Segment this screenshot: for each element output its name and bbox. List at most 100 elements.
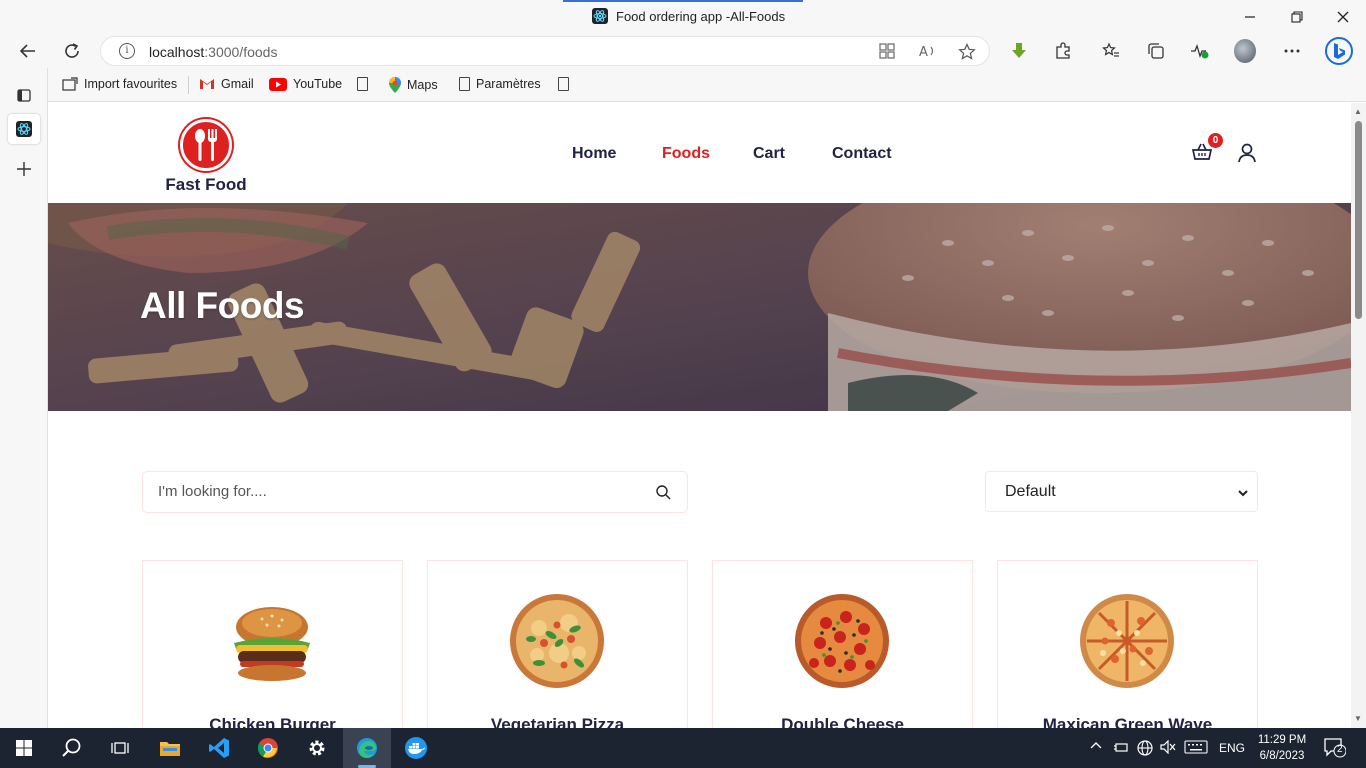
- restore-button[interactable]: [1285, 6, 1309, 28]
- bookmark-gmail[interactable]: Gmail: [199, 77, 254, 91]
- product-name[interactable]: Maxican Green Wave: [998, 715, 1257, 728]
- profile-button[interactable]: [1234, 39, 1256, 63]
- favorites-button[interactable]: [1100, 40, 1122, 62]
- cart-count-badge: 0: [1208, 133, 1223, 148]
- app-available-icon[interactable]: [879, 43, 895, 59]
- url-host: localhost: [149, 44, 205, 60]
- collections-button[interactable]: [1145, 40, 1167, 62]
- bing-copilot-button[interactable]: [1324, 36, 1354, 66]
- sort-select[interactable]: Default: [985, 471, 1258, 512]
- bookmark-maps[interactable]: Maps: [389, 77, 438, 93]
- vertical-tab-active[interactable]: [8, 114, 40, 144]
- nav-foods[interactable]: Foods: [662, 145, 710, 163]
- site-info-icon[interactable]: i: [119, 43, 135, 59]
- tab-actions-icon: [17, 89, 31, 102]
- product-card[interactable]: Vegetarian Pizza: [427, 560, 688, 728]
- bookmark-page[interactable]: [558, 77, 575, 91]
- product-name[interactable]: Chicken Burger: [143, 715, 402, 728]
- windows-logo-icon: [16, 740, 32, 756]
- taskbar-docker[interactable]: [392, 728, 440, 768]
- tab-actions-button[interactable]: [8, 80, 40, 110]
- import-icon: [62, 77, 78, 91]
- notification-center-button[interactable]: 2: [1324, 738, 1347, 761]
- battery-tray-icon[interactable]: [1113, 740, 1129, 757]
- taskbar-settings[interactable]: [293, 728, 341, 768]
- show-hidden-icons-button[interactable]: [1090, 739, 1102, 753]
- clock-time: 11:29 PM: [1257, 734, 1307, 746]
- burger-image-icon: [234, 607, 310, 681]
- react-favicon-icon: [592, 8, 608, 24]
- bookmark-label: Import favourites: [84, 77, 178, 91]
- user-account-button[interactable]: [1238, 143, 1256, 168]
- search-icon[interactable]: [656, 485, 671, 500]
- chrome-icon: [257, 738, 278, 758]
- url-text[interactable]: localhost:3000/foods: [149, 44, 277, 60]
- active-tab-indicator: [563, 0, 803, 2]
- nav-home[interactable]: Home: [572, 145, 616, 163]
- page-hero-banner: All Foods: [48, 203, 1351, 411]
- sort-selected-value: Default: [1005, 483, 1056, 500]
- performance-button[interactable]: [1189, 40, 1211, 62]
- download-arrow-icon: [1012, 43, 1026, 58]
- url-path: :3000/foods: [204, 44, 278, 60]
- page-scrollbar[interactable]: ▲ ▼: [1351, 103, 1366, 728]
- bookmark-parametres[interactable]: Paramètres: [459, 77, 541, 91]
- nav-contact[interactable]: Contact: [832, 145, 892, 163]
- product-name[interactable]: Vegetarian Pizza: [428, 715, 687, 728]
- chevron-down-icon: [1238, 490, 1248, 497]
- back-button[interactable]: [15, 40, 41, 62]
- product-name[interactable]: Double Cheese: [713, 715, 972, 728]
- taskbar-chrome[interactable]: [244, 728, 292, 768]
- product-card[interactable]: Maxican Green Wave: [997, 560, 1258, 728]
- input-language[interactable]: ENG: [1219, 741, 1245, 755]
- cart-button[interactable]: [1191, 143, 1213, 166]
- window-title-text: Food ordering app -All-Foods: [616, 8, 786, 24]
- scroll-down-arrow[interactable]: ▼: [1354, 714, 1362, 723]
- window-title: Food ordering app -All-Foods: [592, 8, 785, 24]
- extensions-button[interactable]: [1052, 40, 1074, 62]
- product-card[interactable]: Double Cheese: [712, 560, 973, 728]
- collections-icon: [1148, 43, 1164, 59]
- product-image[interactable]: [1077, 591, 1177, 691]
- bookmark-import-favourites[interactable]: Import favourites: [62, 77, 177, 91]
- maps-pin-icon: [389, 77, 401, 93]
- network-tray-icon[interactable]: [1137, 740, 1153, 759]
- search-box[interactable]: I'm looking for....: [142, 471, 688, 513]
- vegetarian-pizza-image-icon: [510, 594, 604, 688]
- product-image[interactable]: [222, 591, 322, 691]
- new-tab-button[interactable]: [8, 154, 40, 184]
- address-bar[interactable]: i localhost:3000/foods A: [100, 36, 990, 66]
- search-input[interactable]: I'm looking for....: [158, 483, 267, 500]
- scrollbar-thumb[interactable]: [1355, 121, 1362, 319]
- bookmark-page[interactable]: [357, 77, 374, 91]
- product-image[interactable]: [792, 591, 892, 691]
- minimize-button[interactable]: [1238, 6, 1262, 28]
- svg-text:A: A: [919, 45, 928, 59]
- task-view-button[interactable]: [96, 728, 144, 768]
- system-clock[interactable]: 11:29 PM 6/8/2023: [1254, 732, 1310, 764]
- gmail-icon: [200, 79, 214, 89]
- task-view-icon: [111, 742, 129, 754]
- more-dots-icon: [1284, 49, 1300, 53]
- taskbar-edge[interactable]: [343, 728, 391, 768]
- site-logo[interactable]: Fast Food: [165, 119, 247, 195]
- bookmark-youtube[interactable]: YouTube: [269, 77, 342, 91]
- product-image[interactable]: [507, 591, 607, 691]
- download-extension-icon[interactable]: [1008, 40, 1030, 62]
- start-button[interactable]: [0, 728, 48, 768]
- taskbar-file-explorer[interactable]: [146, 728, 194, 768]
- taskbar-search-button[interactable]: [48, 728, 96, 768]
- vertical-tabs-sidebar: [0, 68, 48, 728]
- touch-keyboard-icon[interactable]: [1184, 740, 1208, 757]
- close-button[interactable]: [1331, 6, 1355, 28]
- scroll-up-arrow[interactable]: ▲: [1354, 107, 1362, 116]
- refresh-button[interactable]: [59, 40, 85, 62]
- product-card[interactable]: Chicken Burger: [142, 560, 403, 728]
- document-icon: [357, 77, 368, 91]
- volume-tray-icon[interactable]: [1160, 739, 1176, 757]
- favorite-star-icon[interactable]: [958, 43, 976, 61]
- taskbar-vscode[interactable]: [195, 728, 243, 768]
- nav-cart[interactable]: Cart: [753, 145, 785, 163]
- settings-more-button[interactable]: [1281, 40, 1303, 62]
- read-aloud-icon[interactable]: A: [919, 43, 937, 59]
